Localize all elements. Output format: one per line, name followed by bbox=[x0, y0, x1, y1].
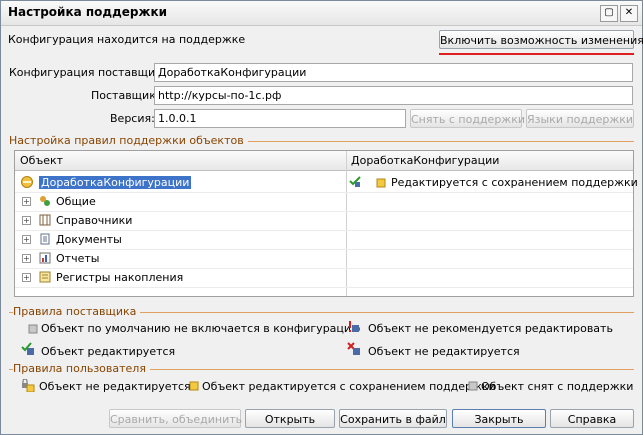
expand-icon[interactable]: + bbox=[22, 235, 31, 244]
tree-row-registers[interactable]: + Регистры накопления bbox=[15, 268, 633, 288]
window-title: Настройка поддержки bbox=[8, 5, 168, 19]
expand-icon[interactable]: + bbox=[22, 273, 31, 282]
expand-icon[interactable]: + bbox=[22, 216, 31, 225]
expand-icon[interactable]: + bbox=[22, 197, 31, 206]
tree-row-common[interactable]: + Общие bbox=[15, 192, 633, 212]
version-field[interactable]: 1.0.0.1 bbox=[154, 109, 406, 128]
user-rule-removed: Объект снят с поддержки bbox=[481, 380, 634, 393]
user-lock-icon bbox=[22, 379, 35, 392]
support-cube-icon bbox=[376, 178, 386, 188]
support-settings-window: Настройка поддержки ▢ ✕ Конфигурация нах… bbox=[0, 0, 643, 435]
vendor-rule-not-included: Объект по умолчанию не включается в конф… bbox=[41, 322, 361, 335]
tree-header: Объект ДоработкаКонфигурации bbox=[15, 151, 633, 171]
tree-row-label: Справочники bbox=[56, 214, 133, 227]
support-rules-tree[interactable]: Объект ДоработкаКонфигурации ДоработкаКо… bbox=[14, 150, 638, 297]
tree-row-label: Регистры накопления bbox=[56, 271, 184, 284]
version-label: Версия: bbox=[110, 112, 155, 125]
report-icon bbox=[39, 252, 51, 264]
register-icon bbox=[39, 271, 51, 283]
vendor-rule-not-editable: Объект не редактируется bbox=[368, 345, 520, 358]
close-window-button[interactable]: ✕ bbox=[620, 5, 638, 22]
user-rules-title: Правила пользователя bbox=[13, 362, 150, 375]
compare-merge-button[interactable]: Сравнить, объединить bbox=[109, 409, 242, 428]
tree-row-rule: Редактируется с сохранением поддержки bbox=[391, 176, 638, 189]
tree-row-label: Общие bbox=[56, 195, 96, 208]
vendor-rule-editable: Объект редактируется bbox=[41, 345, 176, 358]
support-cube-icon bbox=[189, 381, 199, 391]
user-rule-editable-with-support: Объект редактируется с сохранением подде… bbox=[202, 380, 496, 393]
tree-row-label: Документы bbox=[56, 233, 122, 246]
tree-row-documents[interactable]: + Документы bbox=[15, 230, 633, 250]
tree-row-label: ДоработкаКонфигурации bbox=[39, 176, 192, 189]
config-root-icon bbox=[21, 176, 33, 188]
tree-row-root[interactable]: ДоработкаКонфигурации Редактируется с со… bbox=[15, 173, 638, 193]
save-to-file-button[interactable]: Сохранить в файл bbox=[339, 409, 447, 428]
column-config[interactable]: ДоработкаКонфигурации bbox=[351, 154, 499, 167]
vendor-label: Поставщик: bbox=[91, 89, 160, 102]
expand-icon[interactable]: + bbox=[22, 254, 31, 263]
catalog-icon bbox=[39, 214, 51, 226]
title-bar: Настройка поддержки ▢ ✕ bbox=[1, 1, 642, 26]
close-button[interactable]: Закрыть bbox=[452, 409, 546, 428]
tree-row-catalogs[interactable]: + Справочники bbox=[15, 211, 633, 231]
column-object[interactable]: Объект bbox=[20, 154, 63, 167]
user-rule-not-editable: Объект не редактируется bbox=[39, 380, 191, 393]
editable-check-icon bbox=[21, 342, 34, 355]
support-languages-button[interactable]: Языки поддержки bbox=[526, 109, 634, 128]
open-button[interactable]: Открыть bbox=[245, 409, 335, 428]
not-recommended-icon bbox=[349, 321, 359, 332]
highlight-underline bbox=[439, 53, 634, 55]
editable-check-icon bbox=[349, 176, 361, 187]
enable-changes-button[interactable]: Включить возможность изменения bbox=[439, 30, 643, 49]
tree-row-label: Отчеты bbox=[56, 252, 100, 265]
vendor-config-field[interactable]: ДоработкаКонфигурации bbox=[154, 63, 633, 82]
vendor-field[interactable]: http://курсы-по-1с.рф bbox=[154, 86, 633, 105]
restore-button[interactable]: ▢ bbox=[600, 5, 618, 22]
removed-cube-icon bbox=[468, 381, 478, 391]
not-included-cube-icon bbox=[28, 324, 38, 334]
vendor-rules-title: Правила поставщика bbox=[13, 305, 141, 318]
help-button[interactable]: Справка bbox=[550, 409, 634, 428]
support-status-text: Конфигурация находится на поддержке bbox=[8, 33, 246, 46]
vendor-config-label: Конфигурация поставщика: bbox=[9, 66, 173, 79]
document-icon bbox=[40, 233, 50, 245]
vendor-rule-not-recommended: Объект не рекомендуется редактировать bbox=[368, 322, 613, 335]
tree-row-reports[interactable]: + Отчеты bbox=[15, 249, 633, 269]
not-editable-cross-icon bbox=[347, 342, 360, 355]
rules-group-title: Настройка правил поддержки объектов bbox=[9, 134, 248, 147]
common-icon bbox=[40, 196, 50, 206]
remove-support-button[interactable]: Снять с поддержки bbox=[410, 109, 525, 128]
